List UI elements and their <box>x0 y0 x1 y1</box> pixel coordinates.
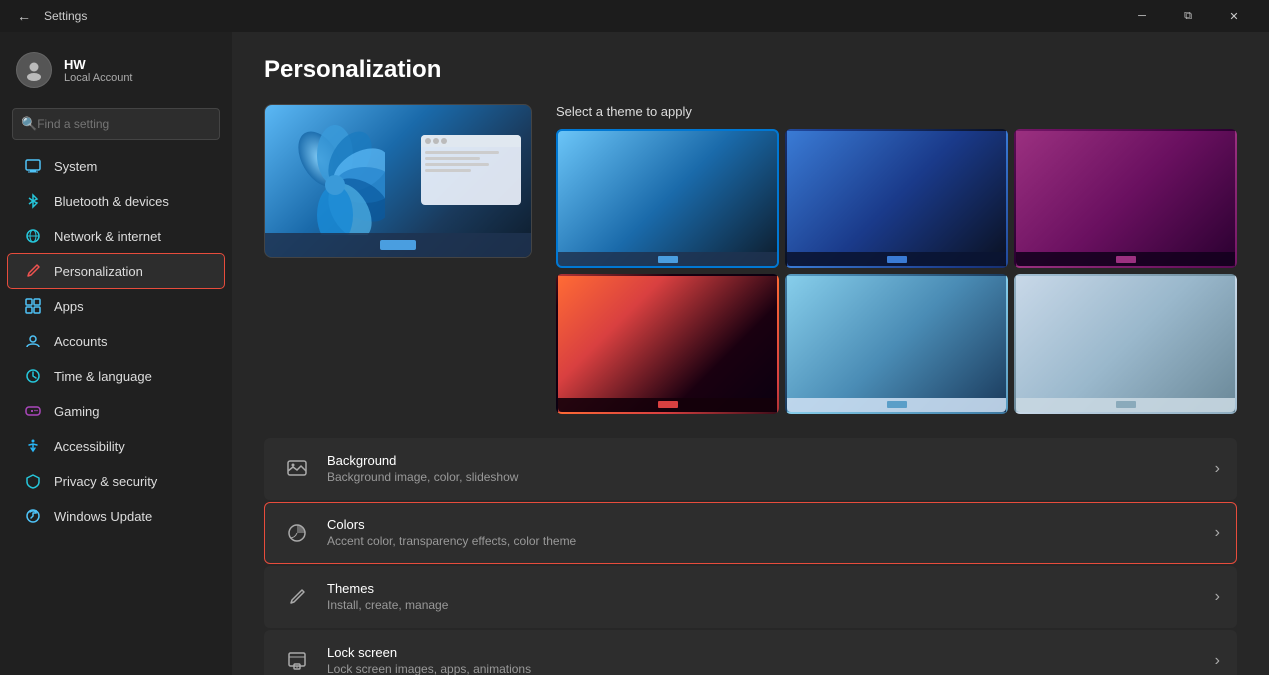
content-area: Personalization <box>232 32 1269 675</box>
sidebar-item-accounts[interactable]: Accounts <box>8 324 224 358</box>
theme-thumb-3[interactable] <box>1014 129 1237 268</box>
theme-thumb-2[interactable] <box>785 129 1008 268</box>
person-icon <box>23 59 45 81</box>
search-box[interactable]: 🔍 <box>12 108 220 140</box>
theme-thumb-6[interactable] <box>1014 274 1237 413</box>
sidebar-item-personalization[interactable]: Personalization <box>8 254 224 288</box>
network-icon <box>24 227 42 245</box>
update-icon <box>24 507 42 525</box>
search-icon: 🔍 <box>21 116 37 132</box>
theme-preview-large <box>264 104 532 258</box>
sidebar-item-update-label: Windows Update <box>54 509 152 524</box>
sidebar-item-accounts-label: Accounts <box>54 334 107 349</box>
lockscreen-subtitle: Lock screen images, apps, animations <box>327 662 1215 675</box>
window-controls: ─ ⧉ ✕ <box>1119 0 1257 32</box>
background-chevron: › <box>1215 460 1220 478</box>
preview-flower <box>285 125 385 235</box>
minimize-button[interactable]: ─ <box>1119 0 1165 32</box>
theme-grid-section: Select a theme to apply <box>556 104 1237 414</box>
sidebar-nav: System Bluetooth & devices Network & int… <box>0 148 232 667</box>
main-layout: HW Local Account 🔍 System Bluetooth & de… <box>0 32 1269 675</box>
apps-icon <box>24 297 42 315</box>
title-bar: ← Settings ─ ⧉ ✕ <box>0 0 1269 32</box>
lockscreen-title: Lock screen <box>327 645 1215 660</box>
colors-title: Colors <box>327 517 1215 532</box>
flower-svg <box>285 125 385 235</box>
sidebar-item-gaming-label: Gaming <box>54 404 100 419</box>
sidebar-item-accessibility[interactable]: Accessibility <box>8 429 224 463</box>
background-title: Background <box>327 453 1215 468</box>
time-icon <box>24 367 42 385</box>
sidebar-item-privacy[interactable]: Privacy & security <box>8 464 224 498</box>
theme-thumb-5[interactable] <box>785 274 1008 413</box>
settings-item-lockscreen[interactable]: Lock screen Lock screen images, apps, an… <box>264 630 1237 675</box>
themes-subtitle: Install, create, manage <box>327 598 1215 612</box>
profile-account-type: Local Account <box>64 72 133 84</box>
sidebar-item-personalization-label: Personalization <box>54 264 143 279</box>
settings-item-colors[interactable]: Colors Accent color, transparency effect… <box>264 502 1237 564</box>
themes-icon <box>281 581 313 613</box>
lockscreen-chevron: › <box>1215 652 1220 670</box>
background-icon <box>281 453 313 485</box>
lockscreen-icon <box>281 645 313 675</box>
gaming-icon <box>24 402 42 420</box>
sidebar-item-time-label: Time & language <box>54 369 152 384</box>
sidebar-item-gaming[interactable]: Gaming <box>8 394 224 428</box>
sidebar-item-time[interactable]: Time & language <box>8 359 224 393</box>
colors-icon <box>281 517 313 549</box>
bluetooth-icon <box>24 192 42 210</box>
settings-item-background[interactable]: Background Background image, color, slid… <box>264 438 1237 500</box>
sidebar-item-bluetooth-label: Bluetooth & devices <box>54 194 169 209</box>
system-icon <box>24 157 42 175</box>
themes-title: Themes <box>327 581 1215 596</box>
preview-taskbar <box>265 233 531 257</box>
settings-list: Background Background image, color, slid… <box>264 438 1237 675</box>
profile-name: HW <box>64 57 133 72</box>
sidebar-item-network[interactable]: Network & internet <box>8 219 224 253</box>
search-input[interactable] <box>37 117 211 131</box>
colors-chevron: › <box>1215 524 1220 542</box>
accounts-icon <box>24 332 42 350</box>
settings-item-themes[interactable]: Themes Install, create, manage › <box>264 566 1237 628</box>
sidebar-item-bluetooth[interactable]: Bluetooth & devices <box>8 184 224 218</box>
theme-grid <box>556 129 1237 414</box>
themes-chevron: › <box>1215 588 1220 606</box>
sidebar-item-system[interactable]: System <box>8 149 224 183</box>
sidebar-item-update[interactable]: Windows Update <box>8 499 224 533</box>
sidebar: HW Local Account 🔍 System Bluetooth & de… <box>0 32 232 675</box>
sidebar-item-network-label: Network & internet <box>54 229 161 244</box>
back-button[interactable]: ← <box>12 4 36 28</box>
theme-section: Select a theme to apply <box>264 104 1237 414</box>
restore-button[interactable]: ⧉ <box>1165 0 1211 32</box>
preview-window <box>421 135 521 205</box>
avatar <box>16 52 52 88</box>
sidebar-item-privacy-label: Privacy & security <box>54 474 157 489</box>
background-subtitle: Background image, color, slideshow <box>327 470 1215 484</box>
page-title: Personalization <box>264 56 1237 84</box>
sidebar-item-apps-label: Apps <box>54 299 84 314</box>
accessibility-icon <box>24 437 42 455</box>
sidebar-item-system-label: System <box>54 159 97 174</box>
theme-grid-label: Select a theme to apply <box>556 104 1237 119</box>
privacy-icon <box>24 472 42 490</box>
theme-thumb-4[interactable] <box>556 274 779 413</box>
close-button[interactable]: ✕ <box>1211 0 1257 32</box>
colors-subtitle: Accent color, transparency effects, colo… <box>327 534 1215 548</box>
sidebar-item-accessibility-label: Accessibility <box>54 439 125 454</box>
sidebar-item-apps[interactable]: Apps <box>8 289 224 323</box>
personalization-icon <box>24 262 42 280</box>
theme-thumb-1[interactable] <box>556 129 779 268</box>
app-title: Settings <box>44 9 87 23</box>
sidebar-profile[interactable]: HW Local Account <box>0 40 232 104</box>
